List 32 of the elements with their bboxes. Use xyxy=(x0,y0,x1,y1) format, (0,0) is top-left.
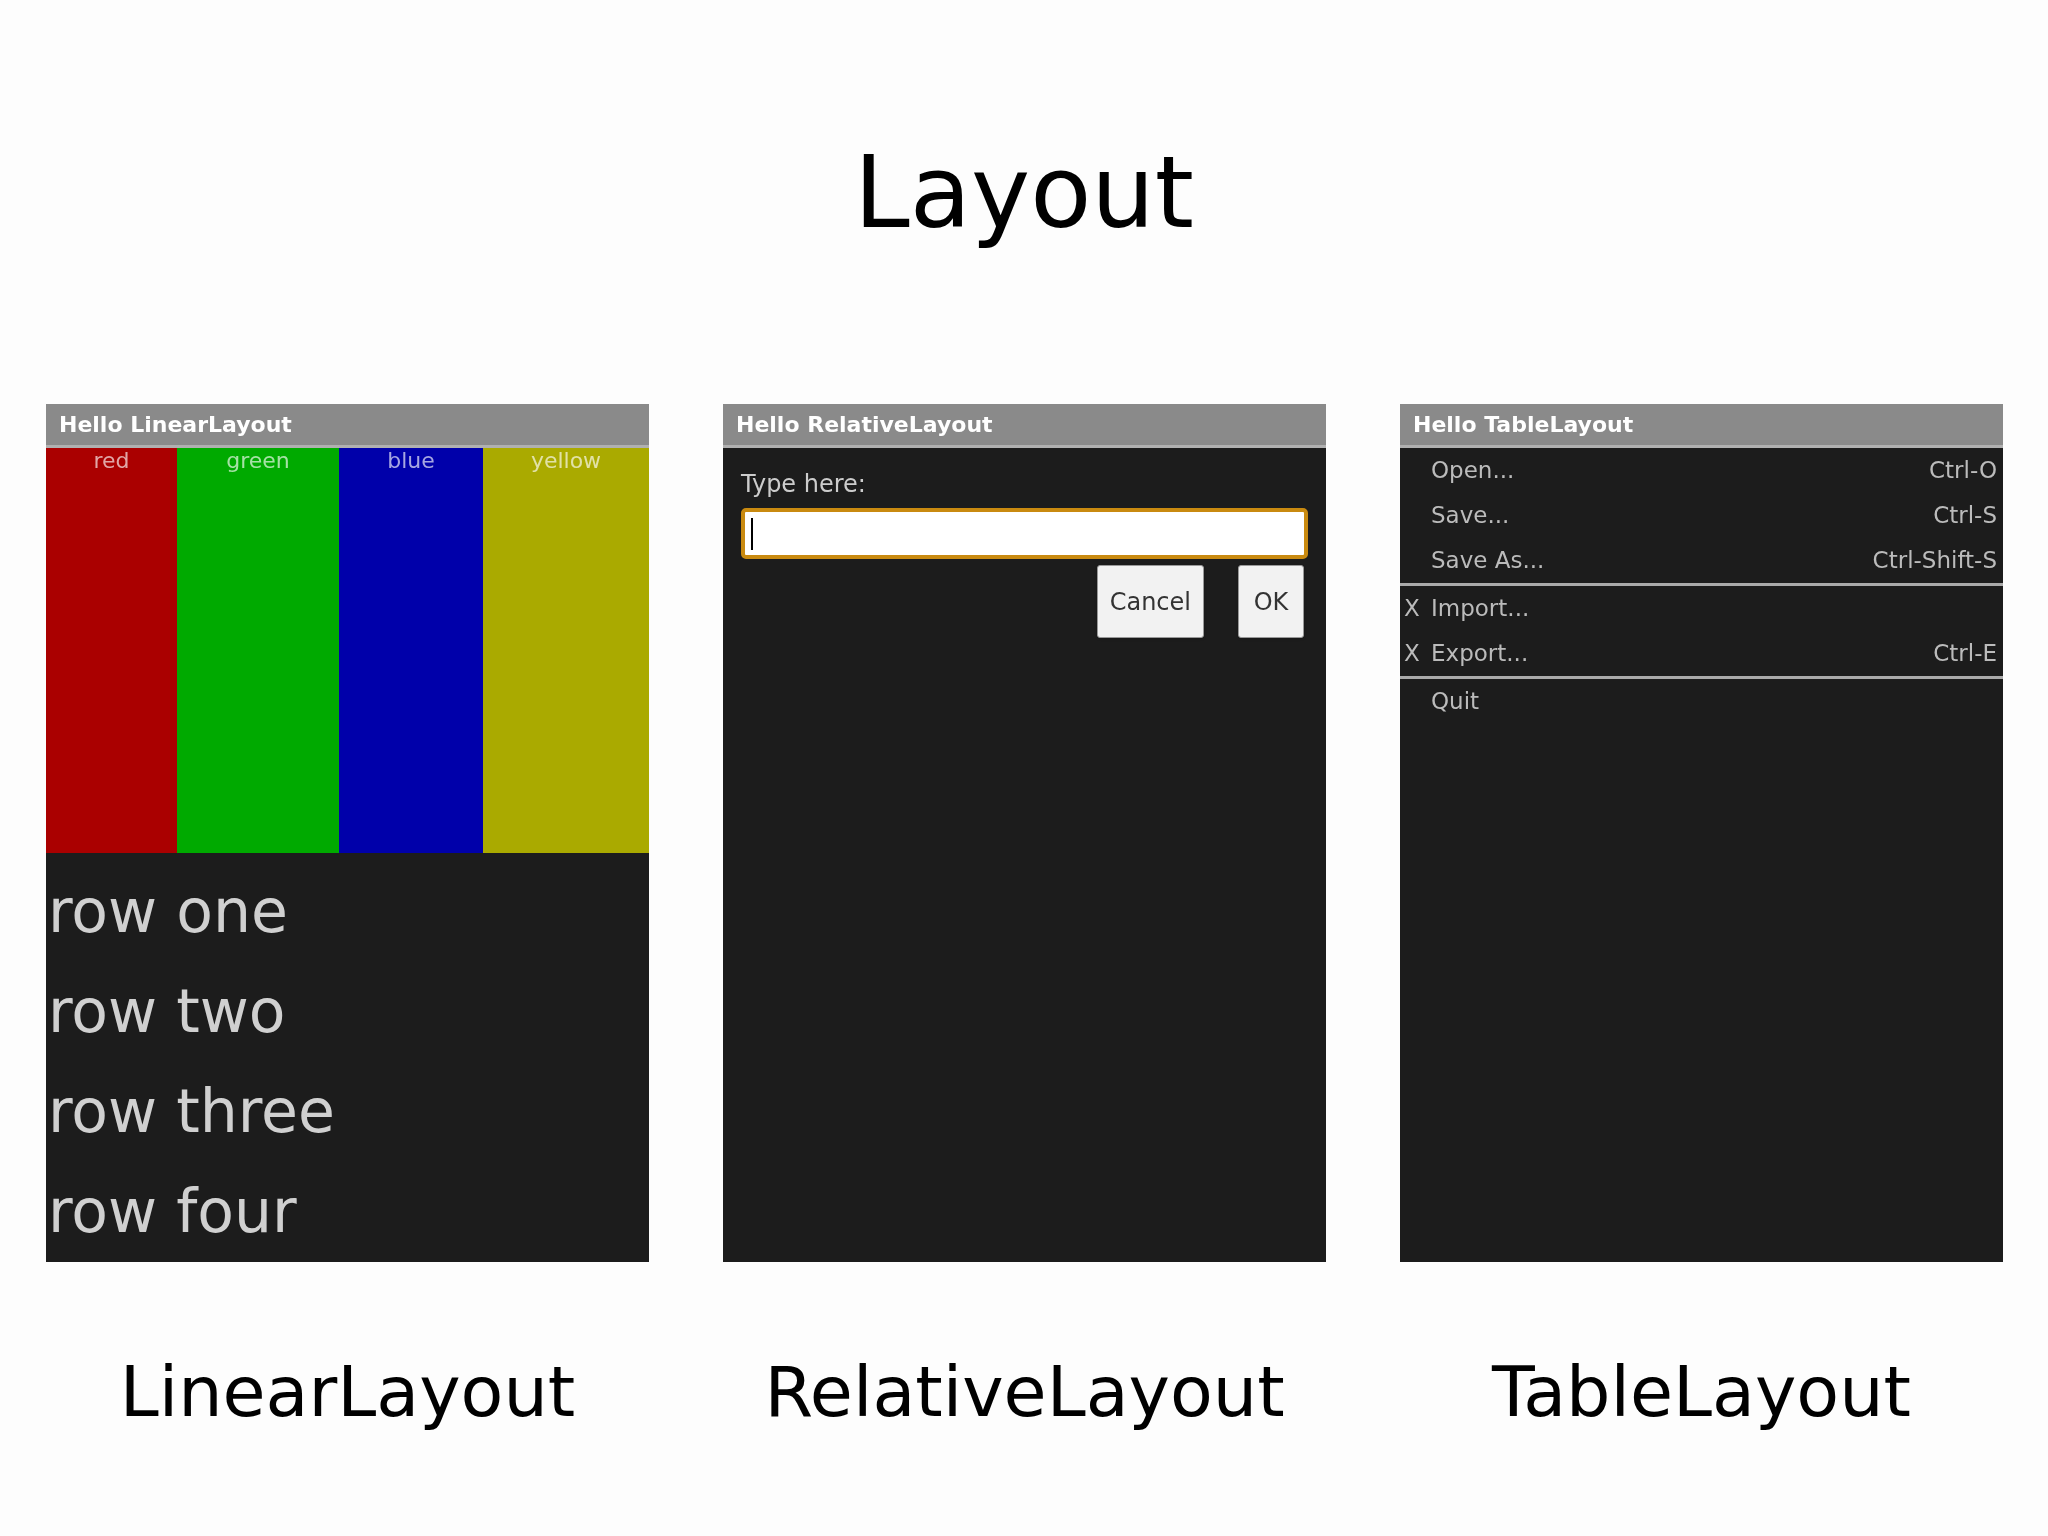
row-text: row three xyxy=(47,1075,336,1148)
column-label: yellow xyxy=(530,450,602,475)
text-input-field[interactable] xyxy=(741,508,1308,559)
shortcut-text: Ctrl-S xyxy=(1933,501,1997,531)
caption: TableLayout xyxy=(1492,1349,1911,1435)
menu-item[interactable]: Open... xyxy=(1431,453,1930,488)
menu-item[interactable]: Import... xyxy=(1431,591,1997,626)
row-text: row four xyxy=(47,1175,298,1248)
dialog-button[interactable]: Cancel xyxy=(1096,565,1204,638)
menu-item[interactable]: Save As... xyxy=(1431,543,1873,578)
caption: RelativeLayout xyxy=(764,1349,1285,1435)
window-title: Hello RelativeLayout xyxy=(736,411,993,439)
caption: LinearLayout xyxy=(119,1349,576,1435)
shortcut-text: Ctrl-E xyxy=(1933,639,1997,669)
shortcut-text: Ctrl-Shift-S xyxy=(1872,546,1997,576)
window-title: Hello LinearLayout xyxy=(59,411,292,439)
slide-title: Layout xyxy=(854,132,1194,253)
check-mark: X xyxy=(1403,594,1421,624)
row-text: row one xyxy=(47,875,289,948)
column-label: green xyxy=(226,450,290,475)
menu-item[interactable]: Export... xyxy=(1431,636,1934,671)
check-mark: X xyxy=(1403,639,1421,669)
field-label: Type here: xyxy=(741,469,867,500)
row-text: row two xyxy=(47,975,287,1048)
menu-item[interactable]: Quit xyxy=(1431,684,1997,719)
column-label: blue xyxy=(387,450,435,475)
column-label: red xyxy=(93,450,130,475)
shortcut-text: Ctrl-O xyxy=(1929,456,1997,486)
text-cursor xyxy=(751,517,753,550)
dialog-button[interactable]: OK xyxy=(1238,565,1304,638)
menu-item[interactable]: Save... xyxy=(1431,498,1934,533)
window-title: Hello TableLayout xyxy=(1413,411,1634,439)
